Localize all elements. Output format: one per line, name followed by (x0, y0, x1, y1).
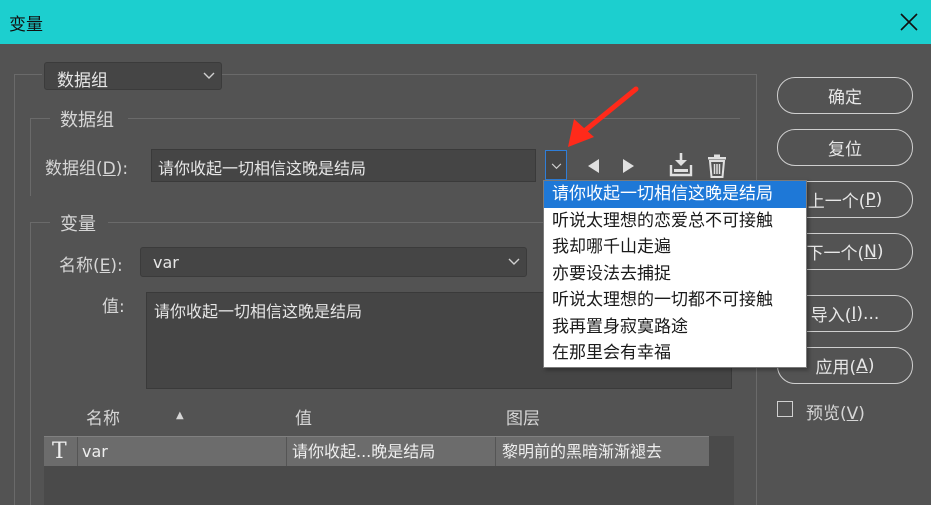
chevron-down-icon (203, 72, 215, 79)
next-button-label-end: ) (876, 241, 884, 262)
save-dataset-button[interactable] (668, 151, 694, 179)
name-label-text: 名称( (59, 256, 100, 276)
import-button-label-end: )... (856, 303, 880, 324)
dataset-group-title: 数据组 (60, 110, 114, 131)
dataset-group-line-vertical (30, 118, 31, 196)
column-header-value[interactable]: 值 (295, 404, 312, 429)
variable-group-line-left (30, 222, 50, 223)
variable-group-line-vertical (30, 222, 31, 505)
dataset-label-text: 数据组( (45, 159, 103, 179)
trash-icon (708, 154, 726, 178)
preview-label[interactable]: 预览(V) (806, 399, 865, 424)
annotation-arrow-icon (568, 86, 639, 147)
row-value: 请你收起...晚是结局 (292, 442, 436, 461)
name-label: 名称(E): (59, 251, 123, 276)
apply-button-label: 应用( (815, 358, 857, 378)
cell-separator (77, 437, 78, 467)
variable-name-select-value: var (153, 253, 179, 272)
dataset-mode-select[interactable]: 数据组 (44, 62, 222, 91)
dataset-mode-select-value: 数据组 (57, 71, 108, 91)
previous-button-label: 上一个( (807, 192, 866, 212)
next-button-mnemonic: N (864, 241, 877, 262)
row-layer: 黎明前的黑暗渐渐褪去 (502, 442, 663, 461)
preview-label-mnemonic: V (846, 404, 859, 424)
cell-separator (495, 437, 496, 467)
next-button-label: 下一个( (806, 244, 865, 264)
table-scrollbar[interactable] (709, 436, 734, 505)
title-bar: 变量 (0, 0, 931, 44)
dropdown-option[interactable]: 在那里会有幸福 (544, 340, 806, 367)
apply-button-mnemonic: A (856, 355, 868, 376)
dataset-label: 数据组(D): (45, 154, 128, 179)
variable-group-title: 变量 (60, 214, 96, 235)
chevron-down-icon (508, 258, 520, 265)
name-label-end: ): (110, 256, 123, 276)
dropdown-option[interactable]: 听说太理想的一切都不可接触 (544, 287, 806, 314)
variable-value-text: 请你收起一切相信这晚是结局 (154, 302, 363, 321)
previous-dataset-button[interactable] (582, 155, 604, 177)
close-button[interactable] (887, 0, 931, 44)
window-title: 变量 (9, 15, 43, 35)
ok-button[interactable]: 确定 (777, 77, 913, 114)
dataset-name-value: 请你收起一切相信这晚是结局 (158, 159, 367, 178)
preview-checkbox[interactable] (777, 401, 793, 417)
table-empty-area (44, 466, 734, 505)
reset-button[interactable]: 复位 (777, 129, 913, 166)
download-save-icon (669, 153, 693, 177)
text-layer-icon: T (52, 439, 67, 464)
variable-name-select[interactable]: var (140, 247, 527, 277)
variables-table-header: 名称 ▲ 值 图层 (44, 400, 734, 432)
apply-button-label-end: ) (867, 355, 875, 376)
dataset-dropdown-list[interactable]: 请你收起一切相信这晚是结局 听说太理想的恋爱总不可接触 我却哪千山走遍 亦要设法… (543, 180, 807, 368)
table-row[interactable]: T var 请你收起...晚是结局 黎明前的黑暗渐渐褪去 (44, 436, 709, 467)
dropdown-option[interactable]: 听说太理想的恋爱总不可接触 (544, 208, 806, 235)
next-dataset-button[interactable] (618, 155, 640, 177)
triangle-right-icon (623, 159, 634, 173)
delete-dataset-button[interactable] (706, 154, 728, 178)
name-label-mnemonic: E (99, 256, 111, 276)
value-label: 值: (102, 297, 125, 317)
dataset-group-line-right (128, 118, 740, 119)
column-header-layer[interactable]: 图层 (506, 404, 540, 429)
dataset-label-end: ): (115, 159, 129, 179)
sort-ascending-icon: ▲ (176, 410, 184, 421)
row-name: var (82, 442, 108, 461)
chevron-down-icon (551, 163, 562, 170)
triangle-left-icon (588, 159, 599, 173)
dropdown-option[interactable]: 请你收起一切相信这晚是结局 (544, 181, 806, 208)
previous-button-mnemonic: P (865, 189, 876, 210)
dataset-label-mnemonic: D (102, 159, 116, 179)
outer-frame-top-right (222, 74, 756, 75)
dataset-name-input[interactable]: 请你收起一切相信这晚是结局 (151, 149, 536, 182)
close-icon (900, 13, 918, 31)
cell-separator (286, 437, 287, 467)
import-button-label: 导入( (810, 306, 852, 326)
column-header-name[interactable]: 名称 (86, 404, 120, 429)
dropdown-option[interactable]: 我却哪千山走遍 (544, 234, 806, 261)
outer-frame-left (14, 74, 15, 505)
preview-label-end: ) (858, 404, 865, 424)
dataset-group-line-left (30, 118, 50, 119)
dropdown-option[interactable]: 我再置身寂寞路途 (544, 314, 806, 341)
preview-label-text: 预览( (806, 404, 847, 424)
outer-frame-top (14, 74, 42, 75)
dropdown-option[interactable]: 亦要设法去捕捉 (544, 261, 806, 288)
previous-button-label-end: ) (875, 189, 883, 210)
